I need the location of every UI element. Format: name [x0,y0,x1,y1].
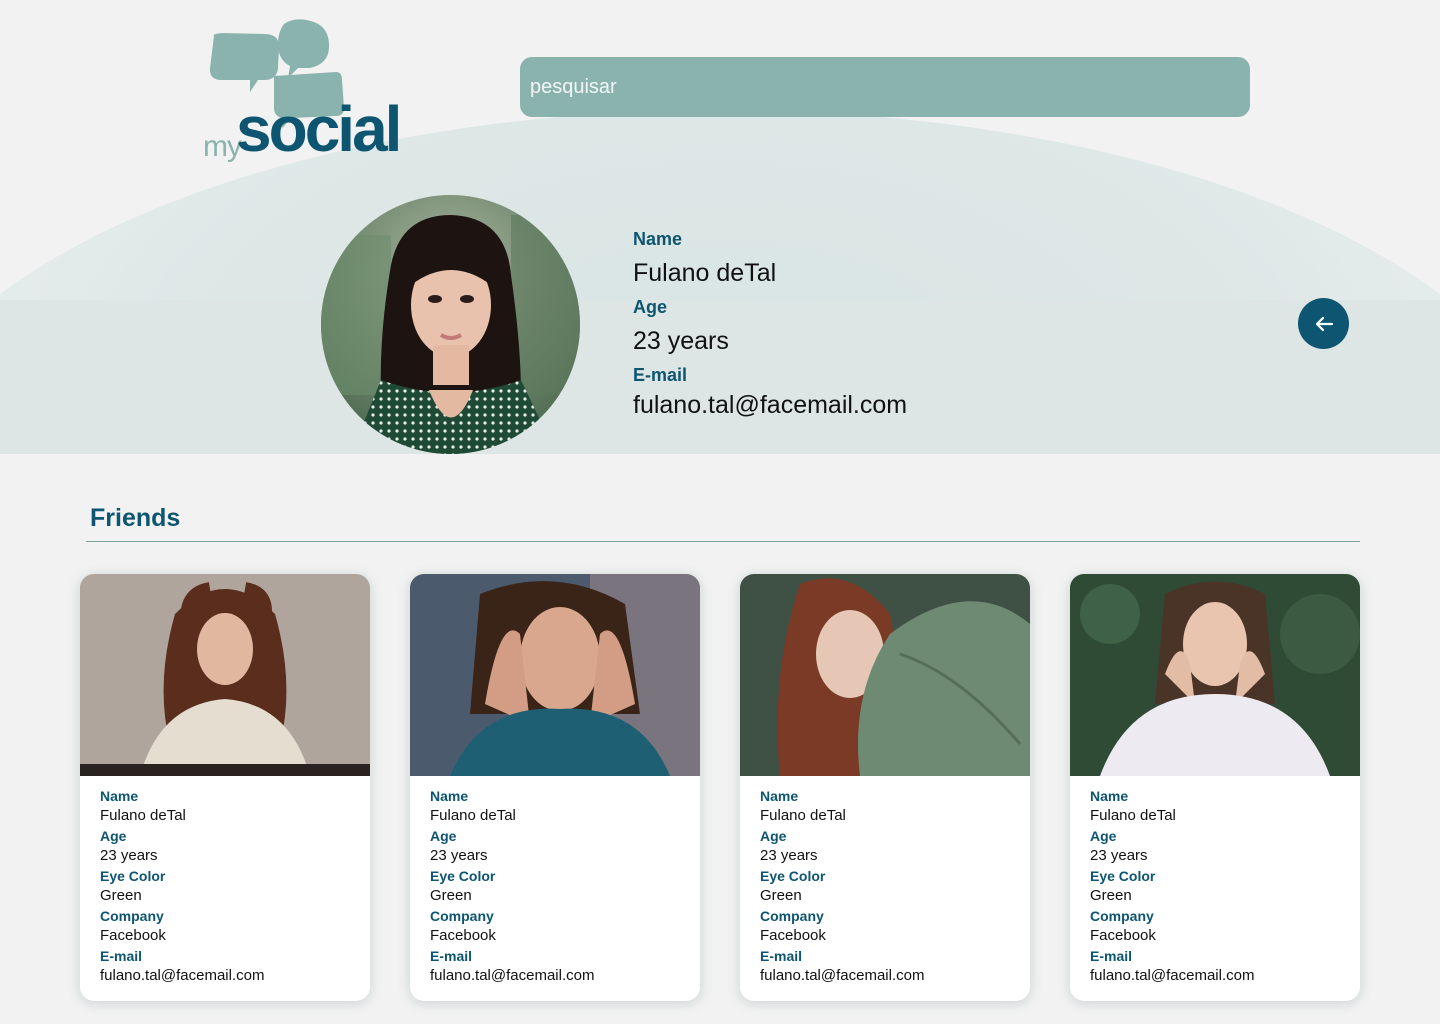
friend-photo [740,574,1030,776]
friend-eye-color-label: Eye Color [760,868,826,884]
friend-card[interactable]: Name Fulano deTal Age 23 years Eye Color… [740,574,1030,1001]
profile-name: Fulano deTal [633,259,777,287]
friend-name: Fulano deTal [1090,807,1176,824]
friend-company-label: Company [100,908,164,924]
friend-eye-color-label: Eye Color [430,868,496,884]
friend-company-label: Company [760,908,824,924]
friend-email: fulano.tal@facemail.com [1090,967,1255,984]
friend-card[interactable]: Name Fulano deTal Age 23 years Eye Color… [80,574,370,1001]
friend-card[interactable]: Name Fulano deTal Age 23 years Eye Color… [410,574,700,1001]
friend-name: Fulano deTal [430,807,516,824]
friend-age-label: Age [430,828,457,844]
friend-eye-color: Green [1090,887,1132,904]
logo[interactable]: my social [200,18,410,165]
friend-age: 23 years [760,847,818,864]
friend-age: 23 years [1090,847,1148,864]
friend-photo [1070,574,1360,776]
friends-divider [86,541,1360,542]
friend-name-label: Name [100,788,139,804]
friend-company: Facebook [1090,927,1156,944]
profile-avatar [321,195,580,454]
profile-age: 23 years [633,327,729,355]
friend-company: Facebook [430,927,496,944]
friends-title: Friends [90,504,181,532]
search-input[interactable] [520,57,1250,117]
arrow-left-icon [1315,316,1333,331]
friend-eye-color: Green [100,887,142,904]
friend-eye-color: Green [760,887,802,904]
friend-name: Fulano deTal [760,807,846,824]
friend-email: fulano.tal@facemail.com [430,967,595,984]
friend-company: Facebook [760,927,826,944]
friend-age-label: Age [100,828,127,844]
friend-email-label: E-mail [100,948,143,964]
friend-name-label: Name [760,788,799,804]
friend-name: Fulano deTal [100,807,186,824]
friend-email: fulano.tal@facemail.com [760,967,925,984]
friend-company-label: Company [430,908,494,924]
friend-company-label: Company [1090,908,1154,924]
friend-name-label: Name [1090,788,1129,804]
back-button[interactable] [1298,298,1349,349]
friend-card[interactable]: Name Fulano deTal Age 23 years Eye Color… [1070,574,1360,1001]
friend-age: 23 years [100,847,158,864]
profile-email-label: E-mail [633,365,688,385]
profile-info: Name Fulano deTal Age 23 years E-mail fu… [633,228,907,422]
logo-social-text: social [236,93,402,165]
friend-eye-color-label: Eye Color [1090,868,1156,884]
friend-photo [410,574,700,776]
friend-email-label: E-mail [760,948,803,964]
profile-age-label: Age [633,297,668,317]
friend-name-label: Name [430,788,469,804]
profile-photo [321,195,580,454]
friend-photo [80,574,370,776]
friend-age: 23 years [430,847,488,864]
friend-eye-color-label: Eye Color [100,868,166,884]
friend-email-label: E-mail [1090,948,1133,964]
profile-name-label: Name [633,229,683,249]
friend-eye-color: Green [430,887,472,904]
friend-email: fulano.tal@facemail.com [100,967,265,984]
friend-age-label: Age [1090,828,1117,844]
friend-age-label: Age [760,828,787,844]
friend-company: Facebook [100,927,166,944]
friend-email-label: E-mail [430,948,473,964]
profile-email: fulano.tal@facemail.com [633,391,908,419]
